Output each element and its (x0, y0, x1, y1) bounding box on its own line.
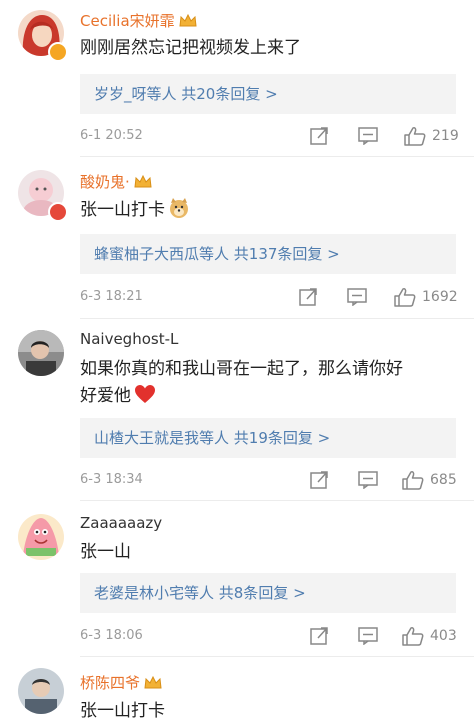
like-button[interactable]: 1692 (394, 287, 458, 307)
comment-text: 张一山打卡 (80, 195, 190, 229)
timestamp: 6-3 18:06 (80, 628, 143, 643)
like-button[interactable]: 403 (402, 626, 457, 646)
forward-icon (310, 471, 328, 489)
like-button[interactable]: 219 (404, 126, 459, 146)
thumbs-up-icon (402, 627, 424, 646)
replies-link[interactable]: 蜂蜜柚子大西瓜等人 共137条回复 > (80, 234, 456, 274)
comment-icon (347, 288, 367, 306)
verified-badge (48, 42, 68, 62)
forward-icon (310, 127, 328, 145)
divider (80, 318, 474, 319)
vip-crown-icon (134, 174, 152, 193)
forward-icon (299, 288, 317, 306)
thumbs-up-icon (402, 471, 424, 490)
thumbs-up-icon (394, 288, 416, 307)
avatar[interactable] (18, 668, 64, 714)
divider (80, 656, 474, 657)
username[interactable]: Cecilia宋妍霏 (80, 10, 197, 32)
like-count: 219 (432, 128, 459, 144)
like-count: 685 (430, 472, 457, 488)
comment-button[interactable] (358, 127, 378, 145)
comment-icon (358, 127, 378, 145)
comment-button[interactable] (358, 627, 378, 645)
replies-link[interactable]: 岁岁_呀等人 共20条回复 > (80, 74, 456, 114)
comment-text: 张一山打卡 (80, 701, 165, 721)
timestamp: 6-1 20:52 (80, 128, 143, 143)
forward-icon (310, 627, 328, 645)
comment-button[interactable] (358, 471, 378, 489)
username[interactable]: Zaaaaaazy (80, 514, 162, 532)
avatar[interactable] (18, 514, 64, 560)
replies-link[interactable]: 老婆是林小宅等人 共8条回复 > (80, 573, 456, 613)
comment-text-line-1: 如果你真的和我山哥在一起了，那么请你好 (80, 359, 403, 379)
username[interactable]: 桥陈四爷 (80, 672, 162, 694)
comment-icon (358, 627, 378, 645)
vip-crown-icon (179, 13, 197, 32)
divider (80, 156, 474, 157)
like-count: 1692 (422, 289, 458, 305)
divider (80, 500, 474, 501)
timestamp: 6-3 18:34 (80, 472, 143, 487)
forward-button[interactable] (310, 471, 330, 489)
avatar[interactable] (18, 330, 64, 376)
forward-button[interactable] (310, 127, 330, 145)
username[interactable]: Naiveghost-L (80, 330, 178, 348)
vip-crown-icon (144, 675, 162, 694)
red-heart-emoji-icon (134, 384, 156, 414)
like-count: 403 (430, 628, 457, 644)
forward-button[interactable] (310, 627, 330, 645)
comment-text: 张一山 (80, 542, 131, 562)
like-button[interactable]: 685 (402, 470, 457, 490)
username[interactable]: 酸奶鬼· (80, 171, 152, 193)
username-text: Cecilia宋妍霏 (80, 12, 175, 30)
username-text: 酸奶鬼· (80, 173, 130, 191)
forward-button[interactable] (299, 288, 319, 306)
verified-badge (48, 202, 68, 222)
comment-text: 刚刚居然忘记把视频发上来了 (80, 38, 301, 58)
comment-text-line-2: 好爱他 (80, 381, 156, 414)
doge-emoji-icon (168, 197, 190, 229)
username-text: 桥陈四爷 (80, 674, 141, 692)
comment-icon (358, 471, 378, 489)
timestamp: 6-3 18:21 (80, 289, 143, 304)
comment-button[interactable] (347, 288, 367, 306)
replies-link[interactable]: 山楂大王就是我等人 共19条回复 > (80, 418, 456, 458)
thumbs-up-icon (404, 127, 426, 146)
